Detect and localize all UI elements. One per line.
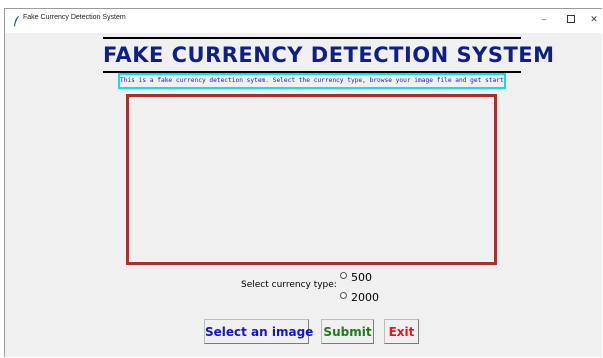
submit-button[interactable]: Submit — [321, 319, 374, 344]
radio-500[interactable]: 500 — [340, 270, 372, 284]
radio-2000[interactable]: 2000 — [340, 290, 379, 304]
page-title: FAKE CURRENCY DETECTION SYSTEM — [103, 37, 554, 73]
select-image-button[interactable]: Select an image — [204, 319, 313, 344]
feather-icon — [14, 15, 20, 27]
exit-button[interactable]: Exit — [384, 319, 419, 344]
minimize-button[interactable]: – — [536, 13, 552, 27]
radio-label-2000: 2000 — [351, 290, 379, 304]
radio-label-500: 500 — [351, 270, 372, 284]
maximize-icon — [567, 14, 575, 23]
intro-text: This is a fake currency detection sytem.… — [118, 73, 506, 89]
window-title: Fake Currency Detection System — [23, 14, 126, 21]
image-preview-area — [126, 94, 497, 265]
app-window: Fake Currency Detection System – ✕ FAKE … — [4, 8, 602, 357]
close-button[interactable]: ✕ — [586, 13, 602, 27]
radio-icon[interactable] — [340, 291, 347, 299]
currency-type-label: Select currency type: — [241, 280, 337, 290]
radio-icon[interactable] — [340, 271, 347, 279]
title-bar[interactable]: Fake Currency Detection System – ✕ — [5, 9, 602, 33]
maximize-button[interactable] — [563, 13, 579, 27]
